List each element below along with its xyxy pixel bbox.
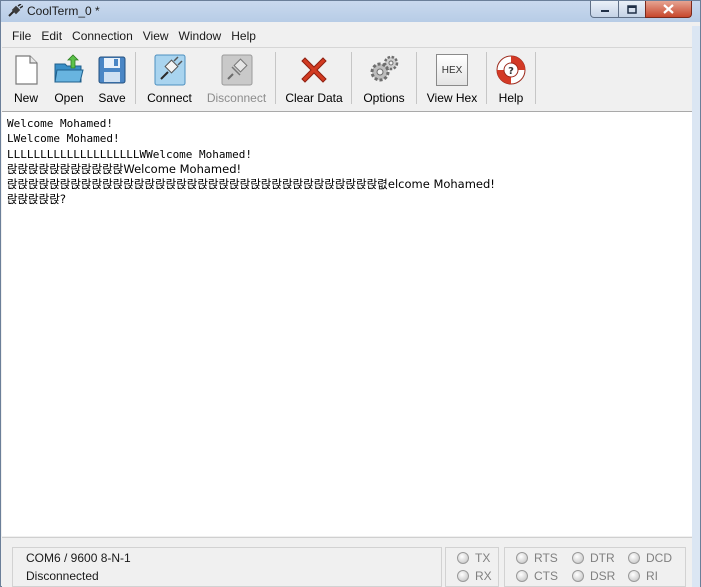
app-window: CoolTerm_0 * File Edit Connection View W… <box>0 0 701 587</box>
status-bar: COM6 / 9600 8-N-1 Disconnected TX RX RTS… <box>2 537 692 587</box>
dtr-led-label: DTR <box>590 551 615 565</box>
disconnect-plug-icon <box>221 54 252 86</box>
window-right-border <box>692 26 700 587</box>
led-indicator-icon <box>457 570 469 582</box>
connection-status-panel: COM6 / 9600 8-N-1 Disconnected <box>12 547 442 587</box>
led-indicator-icon <box>516 570 528 582</box>
dsr-led: DSR <box>572 569 615 583</box>
close-icon <box>663 4 674 14</box>
app-plug-icon <box>8 4 23 17</box>
toolbar-separator <box>275 52 276 104</box>
ri-led: RI <box>628 569 658 583</box>
title-bar[interactable]: CoolTerm_0 * <box>1 1 700 22</box>
menu-edit[interactable]: Edit <box>36 29 67 43</box>
menu-view[interactable]: View <box>138 29 174 43</box>
tx-led: TX <box>457 551 490 565</box>
led-indicator-icon <box>457 552 469 564</box>
led-indicator-icon <box>572 552 584 564</box>
terminal-line: 랁랁랁랁랁랁랁랁랁랁랁랁랁랁랁랁랁랁랁랁랁랁랁랁랁랁랁랁랁랁랁랁랁랁랁렶elco… <box>7 177 495 192</box>
window-title: CoolTerm_0 * <box>27 4 100 18</box>
led-indicator-icon <box>572 570 584 582</box>
minimize-icon <box>600 10 609 12</box>
options-label: Options <box>363 91 405 105</box>
rx-led: RX <box>457 569 492 583</box>
clear-data-label: Clear Data <box>285 91 343 105</box>
terminal-line: LWelcome Mohamed! <box>7 132 120 146</box>
toolbar-separator <box>416 52 417 104</box>
minimize-button[interactable] <box>590 1 619 18</box>
connection-state: Disconnected <box>26 569 99 583</box>
open-folder-icon <box>54 54 84 83</box>
cts-led-label: CTS <box>534 569 558 583</box>
toolbar-separator <box>535 52 536 104</box>
terminal-line: 랁랁랁랁랁? <box>7 192 67 207</box>
terminal-line: LLLLLLLLLLLLLLLLLLLLWWelcome Mohamed! <box>7 147 253 161</box>
save-button[interactable]: Save <box>92 52 132 108</box>
open-label: Open <box>54 91 84 105</box>
hex-icon-text: HEX <box>441 64 463 76</box>
toolbar-separator <box>486 52 487 104</box>
toolbar-separator <box>351 52 352 104</box>
menu-help[interactable]: Help <box>226 29 261 43</box>
hex-icon: HEX <box>436 54 468 86</box>
close-button[interactable] <box>645 1 692 18</box>
help-label: Help <box>498 91 524 105</box>
ri-led-label: RI <box>646 569 658 583</box>
terminal-output[interactable]: Welcome Mohamed! LWelcome Mohamed! LLLLL… <box>2 111 692 536</box>
disconnect-label: Disconnect <box>206 91 267 105</box>
menu-bar: File Edit Connection View Window Help <box>2 26 692 46</box>
gear-icon <box>370 55 399 82</box>
open-button[interactable]: Open <box>49 52 89 108</box>
dtr-led[interactable]: DTR <box>572 551 615 565</box>
clear-x-icon <box>301 57 327 83</box>
signal-led-panel: RTS CTS DTR DSR DCD RI <box>504 547 686 587</box>
new-document-icon <box>15 55 38 85</box>
help-lifebuoy-icon: ? <box>496 55 526 85</box>
maximize-button[interactable] <box>618 1 646 18</box>
terminal-line: Welcome Mohamed! <box>7 117 113 130</box>
new-label: New <box>13 91 38 105</box>
dcd-led-label: DCD <box>646 551 672 565</box>
tx-led-label: TX <box>475 551 491 565</box>
rx-led-label: RX <box>475 569 492 583</box>
rts-led[interactable]: RTS <box>516 551 558 565</box>
svg-text:?: ? <box>508 66 514 77</box>
toolbar: New Open Save Connect Disconnect Clear D… <box>2 47 692 109</box>
menu-window[interactable]: Window <box>174 29 227 43</box>
menu-connection[interactable]: Connection <box>67 29 138 43</box>
save-label: Save <box>98 91 126 105</box>
disconnect-button[interactable]: Disconnect <box>205 52 268 108</box>
terminal-line: 랁랁랁랁랁랁랁랁랁랁랁Welcome Mohamed! <box>7 161 242 176</box>
view-hex-button[interactable]: HEX View Hex <box>423 52 481 108</box>
dcd-led: DCD <box>628 551 672 565</box>
connect-label: Connect <box>147 91 192 105</box>
port-settings: COM6 / 9600 8-N-1 <box>26 551 131 565</box>
connect-plug-icon <box>154 54 185 86</box>
options-button[interactable]: Options <box>358 52 410 108</box>
rts-led-label: RTS <box>534 551 558 565</box>
led-indicator-icon <box>516 552 528 564</box>
view-hex-label: View Hex <box>426 91 478 105</box>
dsr-led-label: DSR <box>590 569 616 583</box>
toolbar-separator <box>135 52 136 104</box>
connect-button[interactable]: Connect <box>142 52 197 108</box>
menu-file[interactable]: File <box>2 29 36 43</box>
cts-led: CTS <box>516 569 558 583</box>
new-button[interactable]: New <box>6 52 46 108</box>
txrx-led-panel: TX RX <box>445 547 499 587</box>
save-disk-icon <box>98 56 126 84</box>
led-indicator-icon <box>628 570 640 582</box>
help-button[interactable]: ? Help <box>493 52 529 108</box>
led-indicator-icon <box>628 552 640 564</box>
clear-data-button[interactable]: Clear Data <box>283 52 345 108</box>
maximize-icon <box>627 4 637 14</box>
